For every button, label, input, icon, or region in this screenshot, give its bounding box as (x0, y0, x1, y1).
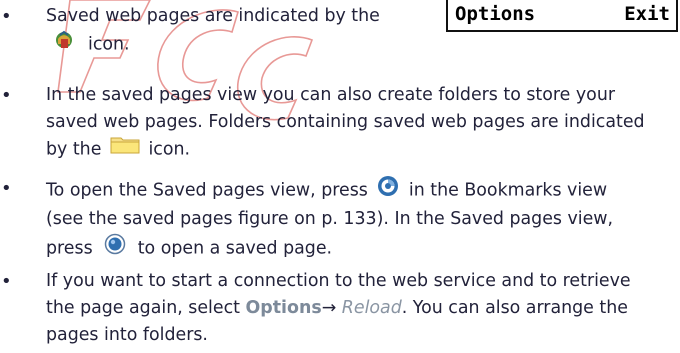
select-key-icon (104, 233, 126, 264)
item3-line2: (see the saved pages figure on p. 133). … (46, 209, 614, 229)
item1-line1: Saved web pages are indicated by the (46, 6, 380, 26)
item3-line1-after: in the Bookmarks view (408, 180, 608, 201)
item4-line3: pages into folders. (46, 325, 208, 345)
item3-line3-before: press (46, 238, 93, 259)
list-item: • To open the Saved pages view, press in… (0, 175, 680, 259)
item2-line2: saved web pages. Folders containing save… (46, 112, 645, 132)
list-item: • In the saved pages view you can also c… (0, 82, 680, 166)
item2-line3-before: by the (46, 139, 102, 160)
item4-line1: If you want to start a connection to the… (46, 271, 631, 291)
item4-line2-before: the page again, select (46, 298, 240, 318)
folder-icon (110, 136, 140, 163)
saved-page-icon (54, 30, 74, 59)
options-menu-ref: Options (245, 298, 322, 318)
bullet: • (1, 178, 12, 199)
item3-line3-after: to open a saved page. (137, 238, 333, 259)
item3-line1-before: To open the Saved pages view, press (46, 180, 368, 201)
menu-arrow: → (321, 298, 337, 318)
bullet: • (1, 6, 12, 27)
item1-line2: icon. (88, 34, 130, 55)
item4-line2-after: . You can also arrange the (401, 298, 628, 318)
item2-line3-after: icon. (148, 139, 191, 160)
list-item: • Saved web pages are indicated by the i… (0, 0, 680, 60)
item2-line1: In the saved pages view you can also cre… (46, 85, 615, 105)
navi-key-icon (377, 175, 399, 206)
list-item: • If you want to start a connection to t… (0, 268, 680, 352)
reload-command-ref: Reload (341, 298, 402, 318)
bullet: • (1, 85, 12, 106)
bullet: • (1, 271, 12, 292)
